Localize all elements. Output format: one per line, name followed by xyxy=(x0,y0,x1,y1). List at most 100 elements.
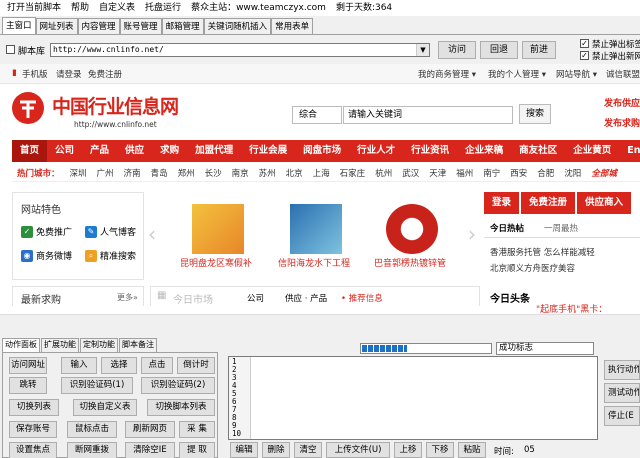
forward-button[interactable]: 前进 xyxy=(522,41,556,59)
tab-today-hot[interactable]: 今日热帖 xyxy=(490,222,524,234)
city-link[interactable]: 苏州 xyxy=(254,167,281,179)
extract-button[interactable]: 提 取 xyxy=(179,442,215,458)
switch-script-list-button[interactable]: 切换脚本列表 xyxy=(147,399,215,416)
block-popup-tab-checkbox[interactable] xyxy=(580,39,589,48)
carousel-next-icon[interactable]: › xyxy=(468,222,476,246)
feature-free-promo[interactable]: ✓ 免费推广 xyxy=(21,225,72,238)
nav-exhibition[interactable]: 行业会展 xyxy=(241,140,295,162)
headline-text[interactable]: "起底手机"黑卡： xyxy=(536,302,607,314)
nav-purchase[interactable]: 求购 xyxy=(152,140,187,162)
city-link[interactable]: 南京 xyxy=(227,167,254,179)
nav-talent[interactable]: 行业人才 xyxy=(349,140,403,162)
menu-main-site[interactable]: 蔡众主站：www.teamczyx.com xyxy=(186,0,331,16)
tab-script-notes[interactable]: 脚本备注 xyxy=(119,338,157,352)
success-flag-field[interactable]: 成功标志 xyxy=(496,342,594,355)
move-down-button[interactable]: 下移 xyxy=(426,442,454,458)
city-link[interactable]: 合肥 xyxy=(532,167,559,179)
latest-more-link[interactable]: 更多» xyxy=(117,292,138,303)
visit-url-button[interactable]: 访问网址 xyxy=(9,357,47,374)
tab-custom[interactable]: 定制功能 xyxy=(80,338,118,352)
tab-keyword-insert[interactable]: 关键词随机插入 xyxy=(203,18,272,34)
city-link[interactable]: 杭州 xyxy=(370,167,397,179)
nav-contribution[interactable]: 企业来稿 xyxy=(457,140,511,162)
nav-english[interactable]: English xyxy=(619,140,640,162)
search-type-select[interactable]: 综合 xyxy=(292,106,342,124)
menu-open-script[interactable]: 打开当前脚本 xyxy=(2,0,66,16)
save-account-button[interactable]: 保存账号 xyxy=(9,421,57,438)
captcha2-button[interactable]: 识别验证码(2) xyxy=(141,377,215,394)
city-link[interactable]: 上海 xyxy=(308,167,335,179)
feature-weibo[interactable]: ◉ 商务微博 xyxy=(21,249,72,262)
nav-news[interactable]: 行业资讯 xyxy=(403,140,457,162)
url-dropdown-icon[interactable]: ▼ xyxy=(416,44,429,56)
tab-mailbox-manage[interactable]: 邮箱管理 xyxy=(161,18,204,34)
refresh-page-button[interactable]: 刷新网页 xyxy=(125,421,175,438)
tab-common-forms[interactable]: 常用表单 xyxy=(271,18,314,34)
edit-button[interactable]: 编辑 xyxy=(230,442,258,458)
visit-button[interactable]: 访问 xyxy=(438,41,476,59)
click-button[interactable]: 点击 xyxy=(141,357,173,374)
countdown-button[interactable]: 倒计时 xyxy=(177,357,215,374)
city-link[interactable]: 郑州 xyxy=(173,167,200,179)
jump-button[interactable]: 跳转 xyxy=(9,377,47,394)
carousel-prev-icon[interactable]: ‹ xyxy=(148,222,156,246)
city-link[interactable]: 深圳 xyxy=(65,167,92,179)
city-link[interactable]: 石家庄 xyxy=(335,167,371,179)
switch-list-button[interactable]: 切换列表 xyxy=(9,399,59,416)
cert-link[interactable]: 诚信联盟 xyxy=(606,68,640,80)
execute-action-button[interactable]: 执行动作 xyxy=(604,360,640,380)
supplier-entry-button[interactable]: 供应商入 xyxy=(577,192,632,214)
publish-purchase-link[interactable]: 发布求购 xyxy=(604,116,640,129)
carousel-caption-1[interactable]: 昆明盘龙区寒假补 xyxy=(180,256,252,269)
hot-item[interactable]: 北京顺义方舟医疗美容 xyxy=(490,262,575,274)
nav-community[interactable]: 商友社区 xyxy=(511,140,565,162)
carousel-image-2[interactable] xyxy=(290,204,342,254)
collect-button[interactable]: 采 集 xyxy=(179,421,215,438)
captcha1-button[interactable]: 识别验证码(1) xyxy=(61,377,133,394)
back-button[interactable]: 回退 xyxy=(480,41,518,59)
tab-account-manage[interactable]: 账号管理 xyxy=(119,18,162,34)
city-link[interactable]: 天津 xyxy=(424,167,451,179)
site-login-button[interactable]: 登录 xyxy=(484,192,520,214)
mobile-link[interactable]: 手机版 xyxy=(22,68,48,80)
tab-week-hot[interactable]: 一周最热 xyxy=(544,222,578,234)
site-nav-link[interactable]: 网站导航 ▾ xyxy=(556,68,597,80)
switch-custom-table-button[interactable]: 切换自定义表 xyxy=(73,399,137,416)
nav-home[interactable]: 首页 xyxy=(12,140,48,162)
mouse-click-button[interactable]: 鼠标点击 xyxy=(67,421,117,438)
menu-custom-table[interactable]: 自定义表 xyxy=(94,0,140,16)
input-button[interactable]: 输入 xyxy=(61,357,97,374)
city-link[interactable]: 沈阳 xyxy=(559,167,586,179)
clear-button[interactable]: 清空 xyxy=(294,442,322,458)
market-tab-company[interactable]: 公司 xyxy=(247,292,264,304)
web-horizontal-scrollbar[interactable] xyxy=(0,314,640,326)
city-link[interactable]: 南宁 xyxy=(478,167,505,179)
move-up-button[interactable]: 上移 xyxy=(394,442,422,458)
city-link[interactable]: 济南 xyxy=(119,167,146,179)
upload-file-button[interactable]: 上传文件(U) xyxy=(326,442,390,458)
site-search-button[interactable]: 搜索 xyxy=(519,104,551,124)
test-action-button[interactable]: 测试动作 xyxy=(604,383,640,403)
carousel-caption-2[interactable]: 信阳海龙水下工程 xyxy=(278,256,350,269)
market-tab-recommend[interactable]: • 推荐信息 xyxy=(341,292,383,304)
city-link[interactable]: 西安 xyxy=(505,167,532,179)
nav-company[interactable]: 公司 xyxy=(47,140,82,162)
site-search-input[interactable]: 请输入关键词 xyxy=(343,106,513,124)
city-link[interactable]: 青岛 xyxy=(146,167,173,179)
carousel-image-1[interactable] xyxy=(192,204,244,254)
delete-button[interactable]: 删除 xyxy=(262,442,290,458)
select-button[interactable]: 选择 xyxy=(101,357,137,374)
tab-content-manage[interactable]: 内容管理 xyxy=(77,18,120,34)
publish-supply-link[interactable]: 发布供应 xyxy=(604,96,640,109)
carousel-caption-3[interactable]: 巴音郭楞热镀锌管 xyxy=(374,256,446,269)
set-focus-button[interactable]: 设置焦点 xyxy=(9,442,57,458)
nav-market[interactable]: 阅盘市场 xyxy=(295,140,349,162)
market-tab-supply[interactable]: 供应 · 产品 xyxy=(285,292,327,304)
nav-supply[interactable]: 供应 xyxy=(117,140,152,162)
nav-yellowpages[interactable]: 企业黄页 xyxy=(565,140,619,162)
menu-tray-run[interactable]: 托盘运行 xyxy=(140,0,186,16)
stop-button[interactable]: 停止(E xyxy=(604,406,640,426)
city-link[interactable]: 福州 xyxy=(451,167,478,179)
register-link[interactable]: 免费注册 xyxy=(88,68,122,80)
script-lib-checkbox[interactable] xyxy=(6,45,15,54)
